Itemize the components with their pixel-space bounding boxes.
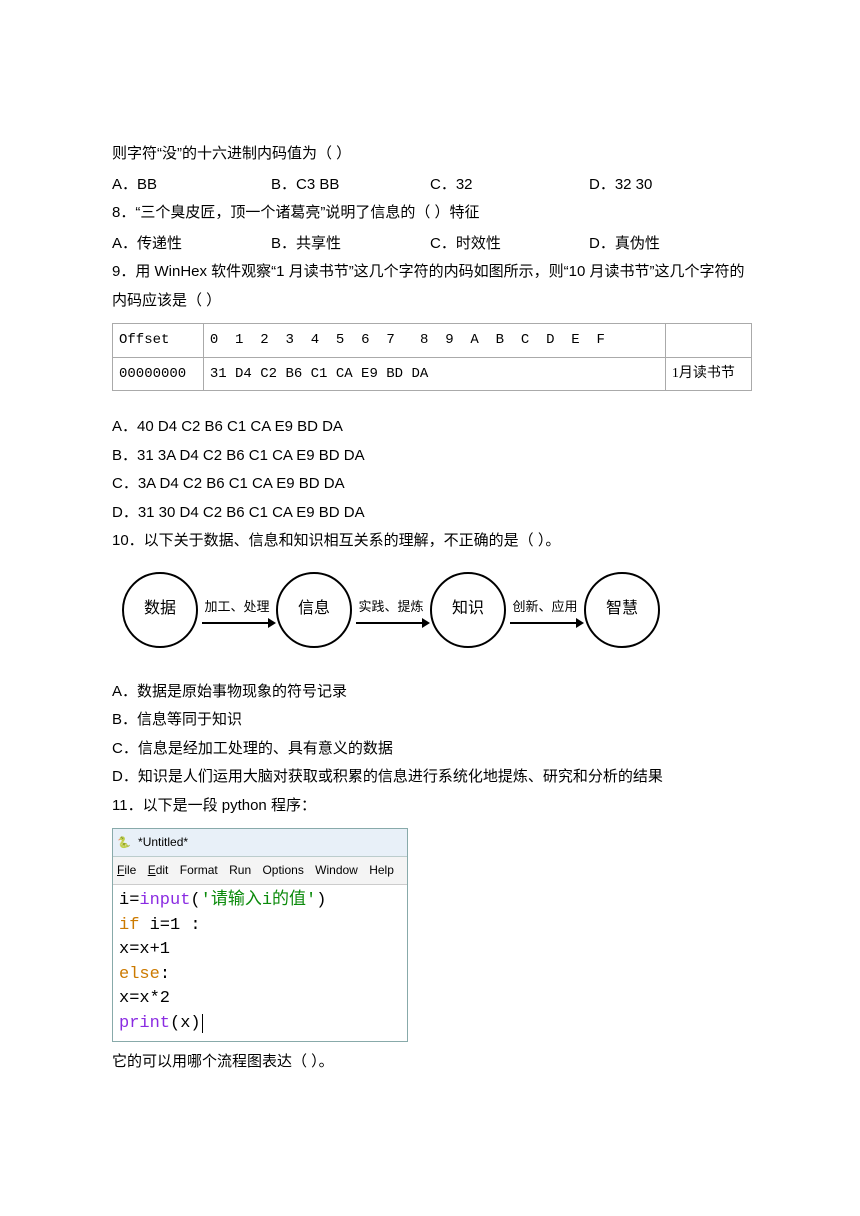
q8-opt-a: A．传递性 — [112, 230, 271, 259]
q8-options: A．传递性 B．共享性 C．时效性 D．真伪性 — [112, 230, 748, 259]
hex-col-offset: Offset — [113, 324, 204, 358]
python-icon: 🐍 — [117, 837, 131, 849]
ide-code-area[interactable]: i=input('请输入i的值') if i=1 : x=x+1 else: x… — [113, 885, 407, 1041]
menu-help[interactable]: Help — [369, 863, 394, 877]
q9-stem: 9．用 WinHex 软件观察“1 月读书节”这几个字符的内码如图所示，则“10… — [112, 258, 748, 315]
hex-addr: 00000000 — [113, 357, 204, 391]
hex-col-text — [665, 324, 751, 358]
q8-opt-c: C．时效性 — [430, 230, 589, 259]
q9-opt-c: C．3A D4 C2 B6 C1 CA E9 BD DA — [112, 470, 748, 499]
hex-header-row: Offset 0 1 2 3 4 5 6 7 8 9 A B C D E F — [113, 324, 752, 358]
q7-options: A．BB B．C3 BB C．32 D．32 30 — [112, 171, 748, 200]
q9-opt-b: B．31 3A D4 C2 B6 C1 CA E9 BD DA — [112, 442, 748, 471]
hex-text: 1月读书节 — [665, 357, 751, 391]
q10-opt-a: A．数据是原始事物现象的符号记录 — [112, 678, 748, 707]
hex-bytes: 31 D4 C2 B6 C1 CA E9 BD DA — [203, 357, 665, 391]
q7-stem: 则字符“没”的十六进制内码值为（ ） — [112, 140, 748, 169]
q8-opt-d: D．真伪性 — [589, 230, 748, 259]
q10-opt-b: B．信息等同于知识 — [112, 706, 748, 735]
menu-edit[interactable]: Edit — [148, 863, 169, 877]
q10-diagram: 数据 加工、处理 信息 实践、提炼 知识 创新、应用 智慧 — [122, 572, 748, 648]
q8-opt-b: B．共享性 — [271, 230, 430, 259]
q10-opt-c: C．信息是经加工处理的、具有意义的数据 — [112, 735, 748, 764]
page: 则字符“没”的十六进制内码值为（ ） A．BB B．C3 BB C．32 D．3… — [0, 0, 860, 1216]
hex-table: Offset 0 1 2 3 4 5 6 7 8 9 A B C D E F — [112, 323, 752, 391]
menu-format[interactable]: Format — [180, 863, 218, 877]
menu-run[interactable]: Run — [229, 863, 251, 877]
q7-opt-a: A．BB — [112, 171, 271, 200]
q9-opt-a: A．40 D4 C2 B6 C1 CA E9 BD DA — [112, 413, 748, 442]
node-data: 数据 — [122, 572, 198, 648]
q7-opt-c: C．32 — [430, 171, 589, 200]
q7-opt-b: B．C3 BB — [271, 171, 430, 200]
node-knowledge: 知识 — [430, 572, 506, 648]
node-wisdom: 智慧 — [584, 572, 660, 648]
arrow-2: 实践、提炼 — [356, 595, 426, 624]
menu-window[interactable]: Window — [315, 863, 358, 877]
q9-opt-d: D．31 30 D4 C2 B6 C1 CA E9 BD DA — [112, 499, 748, 528]
node-info: 信息 — [276, 572, 352, 648]
ide-titlebar: 🐍 *Untitled* — [113, 829, 407, 857]
hex-cols: 0 1 2 3 4 5 6 7 8 9 A B C D E F — [203, 324, 665, 358]
arrow-3: 创新、应用 — [510, 595, 580, 624]
q7-opt-d: D．32 30 — [589, 171, 748, 200]
python-ide-window: 🐍 *Untitled* File Edit Format Run Option… — [112, 828, 408, 1042]
q10-opt-d: D．知识是人们运用大脑对获取或积累的信息进行系统化地提炼、研究和分析的结果 — [112, 763, 748, 792]
ide-menubar: File Edit Format Run Options Window Help — [113, 857, 407, 885]
hex-data-row: 00000000 31 D4 C2 B6 C1 CA E9 BD DA 1月读书… — [113, 357, 752, 391]
menu-file[interactable]: File — [117, 863, 136, 877]
q11-stem: 11．以下是一段 python 程序： — [112, 792, 748, 821]
q10-stem: 10．以下关于数据、信息和知识相互关系的理解，不正确的是（ ）。 — [112, 527, 748, 556]
menu-options[interactable]: Options — [262, 863, 303, 877]
ide-title: *Untitled* — [138, 835, 188, 849]
q8-stem: 8．“三个臭皮匠，顶一个诸葛亮”说明了信息的（ ）特征 — [112, 199, 748, 228]
arrow-1: 加工、处理 — [202, 595, 272, 624]
q11-tail: 它的可以用哪个流程图表达（ ）。 — [112, 1048, 748, 1077]
